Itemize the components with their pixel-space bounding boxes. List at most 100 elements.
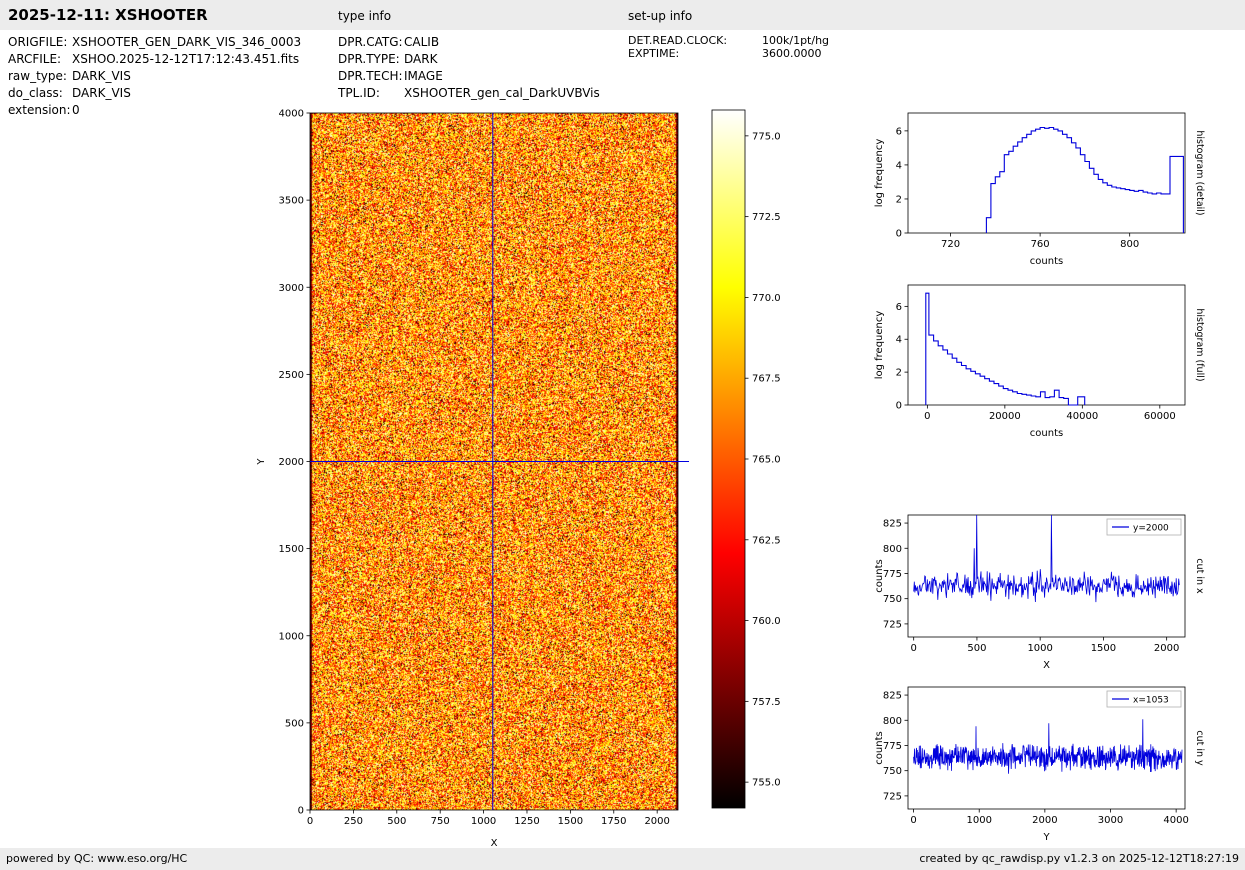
extension-label: extension: bbox=[8, 103, 71, 117]
file-info-row: do_class: DARK_VIS bbox=[8, 85, 301, 102]
svg-text:2: 2 bbox=[896, 368, 902, 379]
svg-text:1000: 1000 bbox=[279, 631, 304, 642]
svg-text:2000: 2000 bbox=[644, 816, 669, 827]
svg-text:cut in y: cut in y bbox=[1194, 730, 1205, 766]
svg-text:767.5: 767.5 bbox=[752, 374, 781, 385]
extension-value: 0 bbox=[72, 103, 80, 117]
svg-text:750: 750 bbox=[883, 594, 902, 605]
svg-text:1750: 1750 bbox=[601, 816, 626, 827]
svg-text:770.0: 770.0 bbox=[752, 293, 781, 304]
svg-text:2: 2 bbox=[896, 194, 902, 205]
svg-text:x=1053: x=1053 bbox=[1133, 696, 1169, 706]
svg-text:800: 800 bbox=[1120, 239, 1139, 250]
svg-text:counts: counts bbox=[874, 731, 885, 764]
svg-text:0: 0 bbox=[896, 229, 902, 240]
svg-text:counts: counts bbox=[874, 559, 885, 592]
svg-text:720: 720 bbox=[941, 239, 960, 250]
svg-text:2000: 2000 bbox=[279, 457, 304, 468]
header-bar: 2025-12-11: XSHOOTER type info set-up in… bbox=[0, 0, 1245, 30]
dpr-catg-label: DPR.CATG: bbox=[338, 35, 403, 49]
svg-text:765.0: 765.0 bbox=[752, 455, 781, 466]
svg-text:6: 6 bbox=[896, 302, 902, 313]
rawtype-label: raw_type: bbox=[8, 69, 67, 83]
svg-text:histogram (detail): histogram (detail) bbox=[1194, 130, 1205, 215]
rawtype-value: DARK_VIS bbox=[72, 69, 131, 83]
svg-text:histogram (full): histogram (full) bbox=[1194, 308, 1205, 381]
svg-text:3500: 3500 bbox=[279, 196, 304, 207]
exptime-value: 3600.0000 bbox=[762, 47, 822, 60]
dpr-tech-label: DPR.TECH: bbox=[338, 69, 403, 83]
svg-text:Y: Y bbox=[1042, 832, 1050, 843]
svg-text:750: 750 bbox=[431, 816, 450, 827]
svg-text:760.0: 760.0 bbox=[752, 616, 781, 627]
file-info-row: ARCFILE: XSHOO.2025-12-12T17:12:43.451.f… bbox=[8, 51, 301, 68]
detector-image bbox=[310, 113, 678, 810]
svg-text:0: 0 bbox=[910, 815, 916, 826]
svg-text:4000: 4000 bbox=[1163, 815, 1188, 826]
file-info-block: ORIGFILE: XSHOOTER_GEN_DARK_VIS_346_0003… bbox=[8, 34, 301, 119]
svg-text:60000: 60000 bbox=[1144, 411, 1176, 422]
dpr-type-value: DARK bbox=[404, 52, 438, 66]
svg-text:0: 0 bbox=[298, 806, 304, 817]
svg-text:500: 500 bbox=[387, 816, 406, 827]
powered-by-text: powered by QC: www.eso.org/HC bbox=[6, 852, 188, 865]
svg-text:log frequency: log frequency bbox=[874, 139, 885, 208]
exptime-label: EXPTIME: bbox=[628, 47, 680, 60]
setup-info-row: DET.READ.CLOCK: 100k/1pt/hg bbox=[628, 34, 829, 47]
svg-text:1250: 1250 bbox=[514, 816, 539, 827]
setup-info-block: DET.READ.CLOCK: 100k/1pt/hg EXPTIME: 360… bbox=[628, 34, 829, 60]
svg-text:1000: 1000 bbox=[1027, 643, 1052, 654]
type-info-row: DPR.CATG: CALIB bbox=[338, 34, 600, 51]
svg-text:40000: 40000 bbox=[1066, 411, 1098, 422]
svg-text:20000: 20000 bbox=[989, 411, 1021, 422]
svg-text:500: 500 bbox=[967, 643, 986, 654]
page-title: 2025-12-11: XSHOOTER bbox=[8, 6, 208, 24]
dpr-type-label: DPR.TYPE: bbox=[338, 52, 400, 66]
svg-text:y=2000: y=2000 bbox=[1133, 524, 1169, 534]
svg-text:counts: counts bbox=[1030, 428, 1063, 439]
file-info-row: extension: 0 bbox=[8, 102, 301, 119]
type-info-row: DPR.TECH: IMAGE bbox=[338, 68, 600, 85]
svg-text:6: 6 bbox=[896, 126, 902, 137]
svg-text:1500: 1500 bbox=[1091, 643, 1116, 654]
file-info-row: ORIGFILE: XSHOOTER_GEN_DARK_VIS_346_0003 bbox=[8, 34, 301, 51]
file-info-row: raw_type: DARK_VIS bbox=[8, 68, 301, 85]
svg-text:755.0: 755.0 bbox=[752, 778, 781, 789]
setup-info-row: EXPTIME: 3600.0000 bbox=[628, 47, 829, 60]
svg-text:3000: 3000 bbox=[1098, 815, 1123, 826]
svg-text:4: 4 bbox=[896, 335, 902, 346]
dpr-catg-value: CALIB bbox=[404, 35, 440, 49]
svg-text:500: 500 bbox=[285, 718, 304, 729]
svg-text:757.5: 757.5 bbox=[752, 697, 781, 708]
svg-text:762.5: 762.5 bbox=[752, 535, 781, 546]
svg-text:2500: 2500 bbox=[279, 370, 304, 381]
svg-text:772.5: 772.5 bbox=[752, 212, 781, 223]
arcfile-label: ARCFILE: bbox=[8, 52, 62, 66]
svg-text:0: 0 bbox=[896, 401, 902, 412]
type-info-row: TPL.ID: XSHOOTER_gen_cal_DarkUVBVis bbox=[338, 85, 600, 102]
origfile-value: XSHOOTER_GEN_DARK_VIS_346_0003 bbox=[72, 35, 302, 49]
svg-text:775.0: 775.0 bbox=[752, 131, 781, 142]
svg-text:cut in x: cut in x bbox=[1194, 558, 1205, 594]
svg-text:Y: Y bbox=[256, 458, 267, 466]
svg-text:775: 775 bbox=[883, 741, 902, 752]
svg-text:725: 725 bbox=[883, 791, 902, 802]
svg-text:4: 4 bbox=[896, 160, 902, 171]
dpr-tech-value: IMAGE bbox=[404, 69, 443, 83]
svg-text:counts: counts bbox=[1030, 256, 1063, 267]
footer-bar: powered by QC: www.eso.org/HC created by… bbox=[0, 848, 1245, 870]
svg-text:0: 0 bbox=[307, 816, 313, 827]
svg-text:2000: 2000 bbox=[1154, 643, 1179, 654]
type-info-row: DPR.TYPE: DARK bbox=[338, 51, 600, 68]
svg-text:1500: 1500 bbox=[558, 816, 583, 827]
svg-text:X: X bbox=[1043, 660, 1050, 671]
svg-text:760: 760 bbox=[1031, 239, 1050, 250]
svg-text:log frequency: log frequency bbox=[874, 311, 885, 380]
origfile-label: ORIGFILE: bbox=[8, 35, 68, 49]
det-read-clock-label: DET.READ.CLOCK: bbox=[628, 34, 728, 47]
svg-text:0: 0 bbox=[924, 411, 930, 422]
created-by-text: created by qc_rawdisp.py v1.2.3 on 2025-… bbox=[919, 852, 1239, 865]
svg-text:725: 725 bbox=[883, 619, 902, 630]
svg-text:0: 0 bbox=[911, 643, 917, 654]
qc-report-page: 2025-12-11: XSHOOTER type info set-up in… bbox=[0, 0, 1245, 870]
